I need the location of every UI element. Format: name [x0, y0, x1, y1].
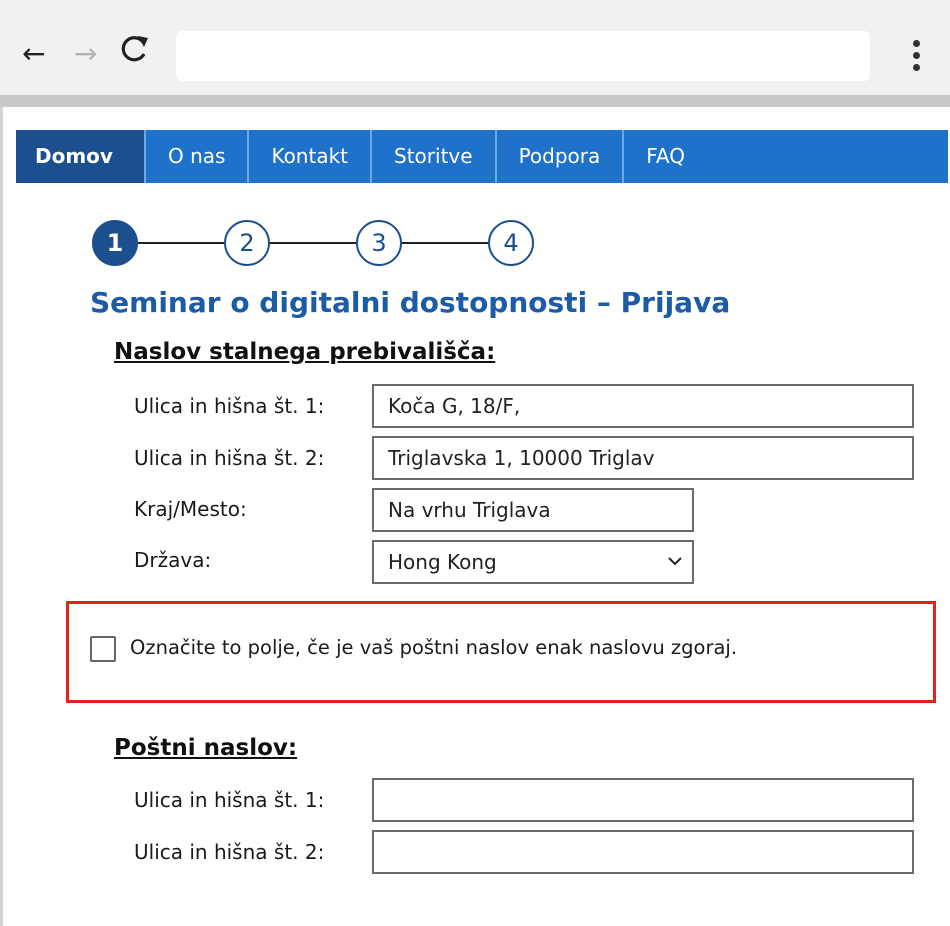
page-title: Seminar o digitalni dostopnosti – Prijav… — [90, 286, 731, 319]
step-3: 3 — [356, 220, 402, 266]
nav-tab-kontakt[interactable]: Kontakt — [249, 130, 373, 183]
country-select[interactable]: Hong Kong — [372, 540, 694, 584]
step-4: 4 — [488, 220, 534, 266]
step-connector — [402, 242, 488, 244]
postal-street2-input[interactable] — [372, 830, 914, 874]
country-label: Država: — [134, 548, 212, 572]
street2-input[interactable]: Triglavska 1, 10000 Triglav — [372, 436, 914, 480]
forward-arrow-icon[interactable]: → — [74, 34, 97, 74]
nav-tab-podpora[interactable]: Podpora — [497, 130, 625, 183]
address-bar[interactable] — [176, 31, 870, 81]
page-border — [0, 107, 3, 926]
reload-icon[interactable] — [118, 28, 152, 68]
street1-label: Ulica in hišna št. 1: — [134, 394, 325, 418]
street2-label: Ulica in hišna št. 2: — [134, 446, 325, 470]
step-connector — [270, 242, 356, 244]
step-1: 1 — [92, 220, 138, 266]
step-2: 2 — [224, 220, 270, 266]
postal-street2-label: Ulica in hišna št. 2: — [134, 840, 325, 864]
progress-stepper: 1 2 3 4 — [92, 220, 542, 266]
city-label: Kraj/Mesto: — [134, 497, 247, 521]
back-arrow-icon[interactable]: ← — [22, 34, 45, 74]
more-menu-icon[interactable] — [906, 40, 926, 80]
nav-tab-faq[interactable]: FAQ — [624, 130, 707, 183]
nav-tab-o-nas[interactable]: O nas — [146, 130, 250, 183]
country-select-value: Hong Kong — [388, 550, 497, 574]
site-navigation: Domov O nas Kontakt Storitve Podpora FAQ — [16, 130, 948, 183]
permanent-address-heading: Naslov stalnega prebivališča: — [114, 339, 496, 365]
chevron-down-icon — [668, 557, 682, 566]
toolbar-divider — [0, 95, 950, 107]
step-connector — [138, 242, 224, 244]
postal-street1-input[interactable] — [372, 778, 914, 822]
city-input[interactable]: Na vrhu Triglava — [372, 488, 694, 532]
same-address-checkbox[interactable] — [90, 636, 116, 662]
postal-address-heading: Poštni naslov: — [114, 735, 298, 761]
browser-toolbar: ← → — [0, 0, 950, 95]
nav-tab-storitve[interactable]: Storitve — [372, 130, 497, 183]
nav-tab-domov[interactable]: Domov — [16, 130, 146, 183]
same-address-label[interactable]: Označite to polje, če je vaš poštni nasl… — [130, 636, 737, 659]
postal-street1-label: Ulica in hišna št. 1: — [134, 788, 325, 812]
street1-input[interactable]: Koča G, 18/F, — [372, 384, 914, 428]
